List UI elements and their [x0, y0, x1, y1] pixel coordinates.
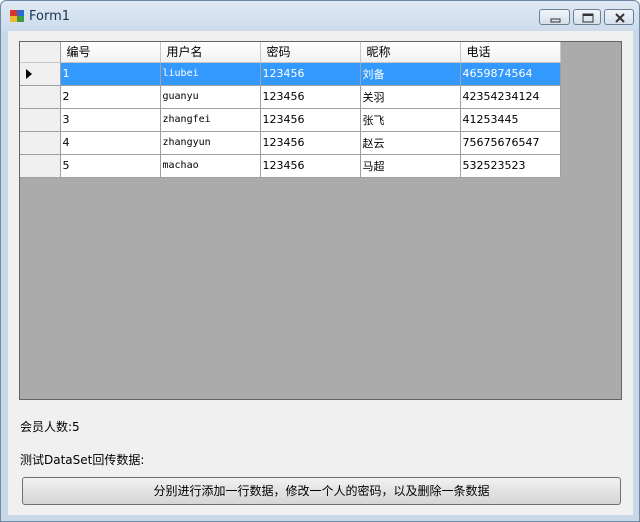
column-header-id[interactable]: 编号: [60, 42, 161, 63]
row-header[interactable]: [20, 85, 61, 109]
main-window: Form1 编号 用户名 密码 昵称 电话 1 liubei 123456 刘备…: [0, 0, 640, 522]
cell-password[interactable]: 123456: [260, 108, 361, 132]
cell-username[interactable]: guanyu: [160, 85, 261, 109]
minimize-button[interactable]: [539, 9, 570, 25]
cell-phone[interactable]: 42354234124: [460, 85, 561, 109]
window-title: Form1: [29, 9, 71, 24]
minimize-icon: [550, 18, 561, 23]
maximize-icon: [582, 13, 594, 23]
cell-phone[interactable]: 4659874564: [460, 62, 561, 86]
table-row[interactable]: 4 zhangyun 123456 赵云 75675676547: [20, 131, 561, 155]
form-app-icon: [10, 10, 24, 22]
column-header-username[interactable]: 用户名: [160, 42, 261, 63]
cell-nickname[interactable]: 张飞: [360, 108, 461, 132]
cell-password[interactable]: 123456: [260, 154, 361, 178]
close-icon: [615, 13, 625, 23]
member-count-label: 会员人数:5: [20, 420, 80, 434]
title-bar[interactable]: Form1: [1, 1, 639, 31]
cell-nickname[interactable]: 关羽: [360, 85, 461, 109]
column-header-nickname[interactable]: 昵称: [360, 42, 461, 63]
cell-id[interactable]: 5: [60, 154, 161, 178]
cell-phone[interactable]: 75675676547: [460, 131, 561, 155]
column-header-password[interactable]: 密码: [260, 42, 361, 63]
dataset-test-label: 测试DataSet回传数据:: [20, 453, 145, 467]
cell-id[interactable]: 4: [60, 131, 161, 155]
cell-nickname[interactable]: 马超: [360, 154, 461, 178]
cell-username[interactable]: liubei: [160, 62, 261, 86]
cell-nickname[interactable]: 刘备: [360, 62, 461, 86]
table-row[interactable]: 2 guanyu 123456 关羽 42354234124: [20, 85, 561, 109]
row-header[interactable]: [20, 108, 61, 132]
row-pointer-icon: [26, 68, 32, 79]
cell-id[interactable]: 1: [60, 62, 161, 86]
cell-id[interactable]: 3: [60, 108, 161, 132]
row-header[interactable]: [20, 62, 61, 86]
row-header[interactable]: [20, 154, 61, 178]
cell-password[interactable]: 123456: [260, 131, 361, 155]
grid-corner-header[interactable]: [20, 42, 61, 63]
cell-phone[interactable]: 532523523: [460, 154, 561, 178]
update-data-button[interactable]: 分别进行添加一行数据，修改一个人的密码，以及删除一条数据: [22, 477, 621, 505]
row-header[interactable]: [20, 131, 61, 155]
close-button[interactable]: [604, 9, 634, 25]
form-client-area: 编号 用户名 密码 昵称 电话 1 liubei 123456 刘备 46598…: [8, 31, 633, 515]
cell-password[interactable]: 123456: [260, 85, 361, 109]
table-row[interactable]: 3 zhangfei 123456 张飞 41253445: [20, 108, 561, 132]
cell-phone[interactable]: 41253445: [460, 108, 561, 132]
maximize-button[interactable]: [573, 9, 601, 25]
cell-nickname[interactable]: 赵云: [360, 131, 461, 155]
grid-header-row: 编号 用户名 密码 昵称 电话: [20, 42, 561, 63]
data-grid[interactable]: 编号 用户名 密码 昵称 电话 1 liubei 123456 刘备 46598…: [19, 41, 622, 400]
cell-username[interactable]: zhangfei: [160, 108, 261, 132]
column-header-phone[interactable]: 电话: [460, 42, 561, 63]
table-row[interactable]: 1 liubei 123456 刘备 4659874564: [20, 62, 561, 86]
cell-password[interactable]: 123456: [260, 62, 361, 86]
table-row[interactable]: 5 machao 123456 马超 532523523: [20, 154, 561, 178]
cell-username[interactable]: machao: [160, 154, 261, 178]
cell-id[interactable]: 2: [60, 85, 161, 109]
grid-table: 编号 用户名 密码 昵称 电话 1 liubei 123456 刘备 46598…: [20, 42, 561, 178]
cell-username[interactable]: zhangyun: [160, 131, 261, 155]
